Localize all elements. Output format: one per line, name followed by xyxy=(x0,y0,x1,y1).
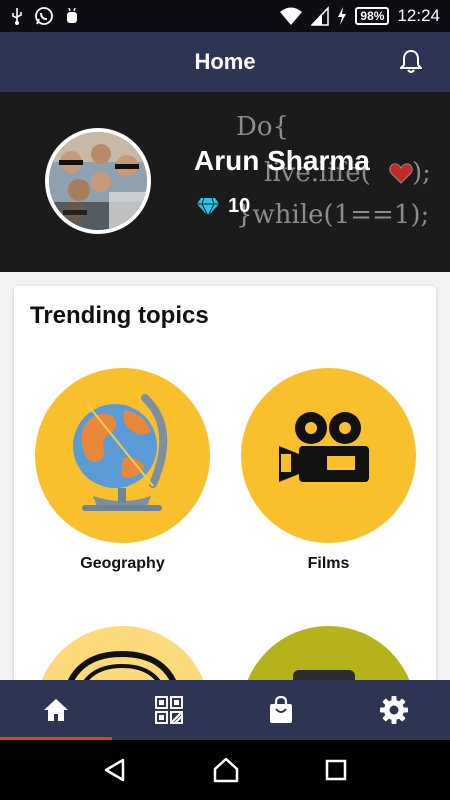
chalk-text-line1: Do{ xyxy=(236,112,290,142)
gem-count-value: 10 xyxy=(228,195,251,217)
topic-label: Films xyxy=(307,555,350,572)
gem-count: 10 xyxy=(196,195,250,218)
nav-shop[interactable] xyxy=(225,680,338,740)
status-bar: 98% 12:24 xyxy=(0,0,450,32)
user-name: Arun Sharma xyxy=(194,145,370,176)
home-circle-icon[interactable] xyxy=(213,757,239,783)
settings-icon xyxy=(379,696,408,724)
android-debug-icon xyxy=(67,7,77,23)
clock: 12:24 xyxy=(397,6,440,25)
usb-icon xyxy=(12,8,22,25)
wifi-icon xyxy=(280,7,303,25)
nav-qr-code[interactable] xyxy=(113,680,226,740)
signal-icon xyxy=(311,6,330,26)
movie-camera-icon xyxy=(241,368,416,543)
whatsapp-icon xyxy=(35,7,53,25)
profile-header: Do{ live.life( ); }while(1==1); Arun Sha… xyxy=(0,92,450,272)
bell-icon[interactable] xyxy=(400,48,422,74)
bottom-navigation xyxy=(0,680,450,740)
avatar[interactable] xyxy=(45,128,151,234)
page-title: Home xyxy=(194,49,256,74)
topic-geography[interactable]: Geography xyxy=(35,368,210,573)
heart-icon xyxy=(389,163,413,184)
diamond-icon xyxy=(197,197,219,217)
trending-topics-card: Trending topics Geography Films xyxy=(14,286,436,706)
recents-icon[interactable] xyxy=(325,759,347,781)
chalk-text-line3: }while(1==1); xyxy=(236,200,430,230)
back-icon[interactable] xyxy=(103,758,127,782)
qr-code-icon xyxy=(154,696,183,724)
group-photo xyxy=(49,132,147,230)
globe-icon xyxy=(35,368,210,543)
nav-settings[interactable] xyxy=(338,680,450,740)
nav-home[interactable] xyxy=(0,680,113,740)
system-navigation-bar xyxy=(0,740,450,800)
shopping-bag-icon xyxy=(270,696,293,723)
battery-level: 98% xyxy=(355,7,390,25)
topic-films[interactable]: Films xyxy=(241,368,416,573)
chalk-text-line2-end: ); xyxy=(412,158,431,188)
topic-label: Geography xyxy=(80,555,165,572)
trending-topics-title: Trending topics xyxy=(30,302,209,329)
app-bar: Home xyxy=(0,32,450,92)
home-icon xyxy=(44,699,69,721)
charging-icon xyxy=(338,7,347,25)
